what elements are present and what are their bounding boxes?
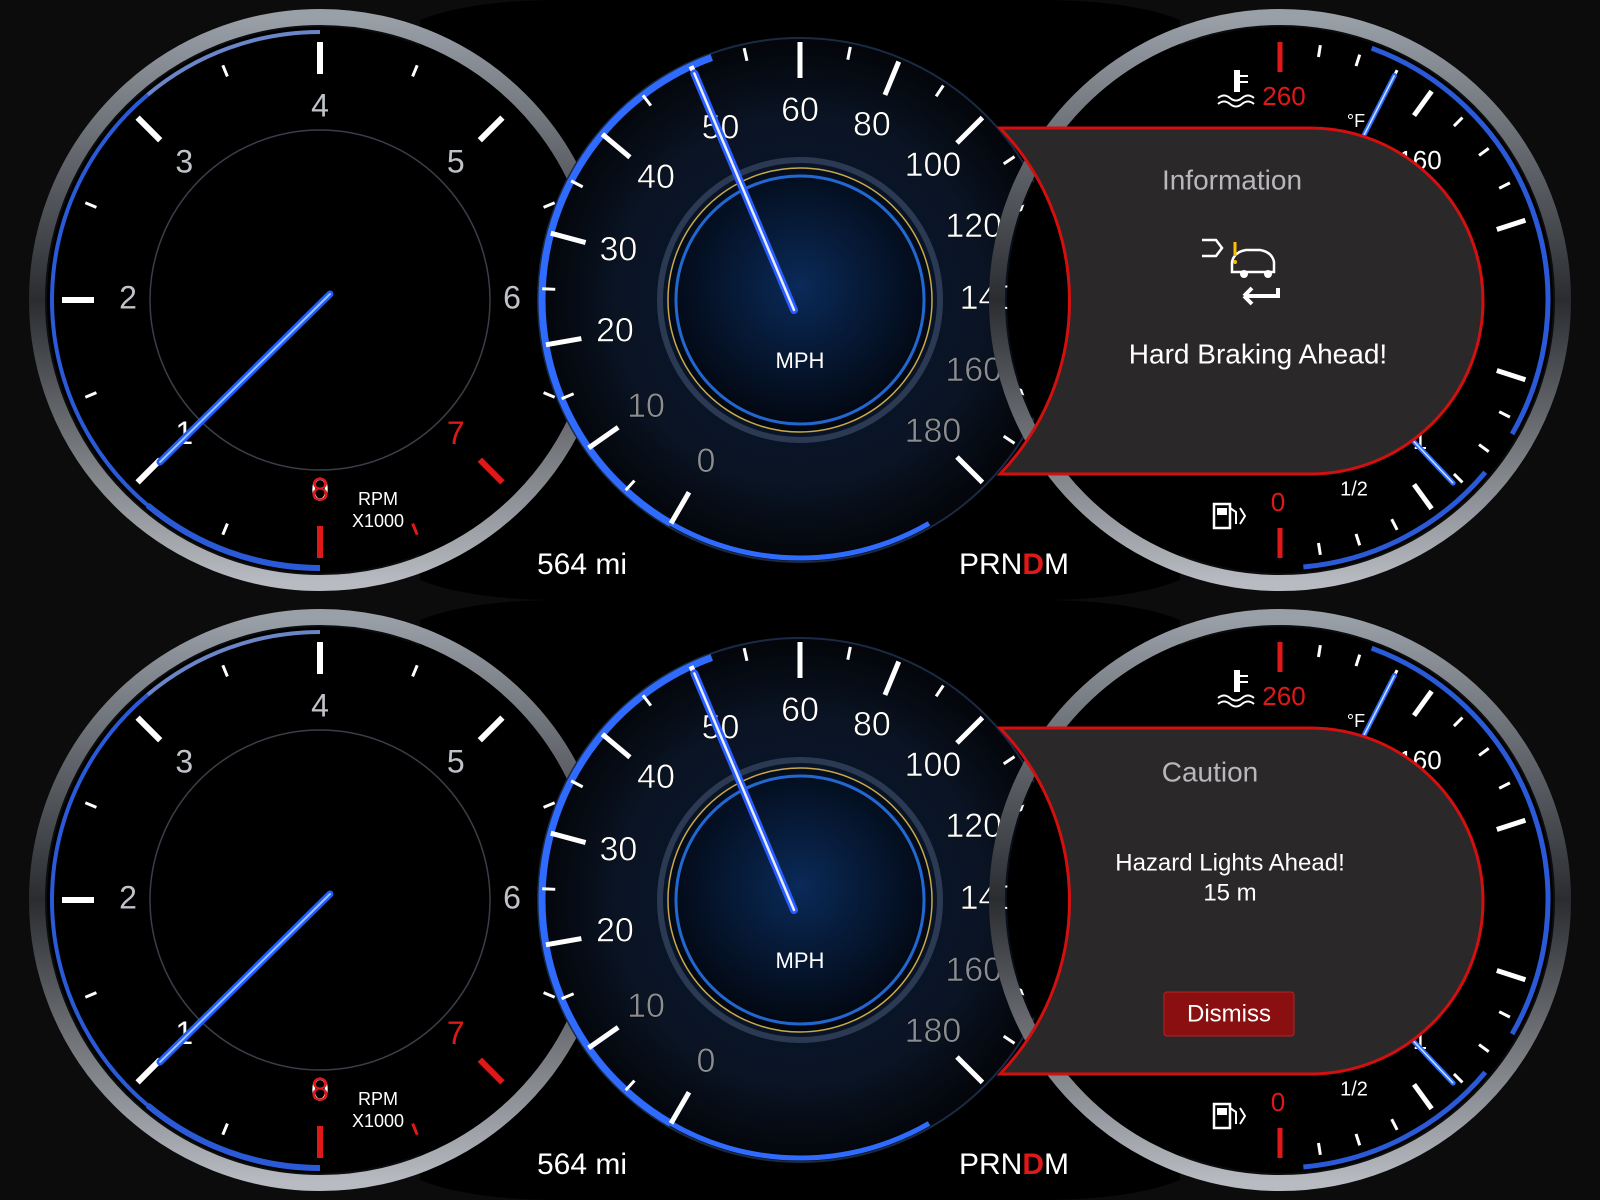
speedo-label: 160 <box>945 351 1002 389</box>
speedo-tick <box>542 887 556 891</box>
gear-letters: M <box>1044 1148 1069 1181</box>
speedo-label: 80 <box>853 705 891 743</box>
gear-letters: M <box>1044 548 1069 581</box>
speedo-label: 120 <box>945 207 1002 245</box>
speedometer: 010203040506080100120140160180MPH <box>537 637 1063 1163</box>
hard-braking-icon <box>1240 270 1248 278</box>
odometer: 564 mi <box>537 1148 627 1181</box>
tach-label: 7 <box>447 415 465 451</box>
tach-label: 7 <box>447 1015 465 1051</box>
speedo-label: 0 <box>697 442 716 480</box>
speedo-label: 10 <box>627 387 665 425</box>
speedo-label: 100 <box>905 146 962 184</box>
tach-label: 2 <box>119 879 137 915</box>
speedo-hub <box>667 767 933 1033</box>
fuel-label-empty: 0 <box>1271 487 1285 517</box>
speedo-label: 40 <box>637 758 675 796</box>
speedo-label: 120 <box>945 807 1002 845</box>
speedo-label: 20 <box>596 912 634 950</box>
gear-letters: PRN <box>959 548 1022 581</box>
speedo-label: 100 <box>905 746 962 784</box>
cluster-svg: 012345678RPMX1000 0102030405060801001201… <box>0 0 1600 600</box>
speedo-label: 180 <box>905 1012 962 1050</box>
speedo-label: 0 <box>697 1042 716 1080</box>
gear-active: D <box>1022 548 1044 581</box>
alert-message-distance: 15 m <box>1203 879 1256 906</box>
alert-panel: Information Hard Braking Ahead! <box>996 126 1485 476</box>
cluster-panel-2: 012345678RPMX1000 0102030405060801001201… <box>0 600 1600 1200</box>
alert-title: Information <box>1162 164 1302 195</box>
speedo-label: 30 <box>599 830 637 868</box>
fuel-label-empty: 0 <box>1271 1087 1285 1117</box>
speedo-unit-label: MPH <box>776 348 825 373</box>
speedo-label: 60 <box>781 691 819 729</box>
speedo-label: 40 <box>637 158 675 196</box>
odometer: 564 mi <box>537 548 627 581</box>
gear-active: D <box>1022 1148 1044 1181</box>
fuel-label-half: 1/2 <box>1340 478 1368 500</box>
tachometer: 012345678RPMX1000 <box>29 609 611 1191</box>
speedo-label: 10 <box>627 987 665 1025</box>
tach-label: 2 <box>119 279 137 315</box>
tach-label: 8 <box>311 1071 329 1107</box>
coolant-temp-icon <box>1234 670 1240 692</box>
temp-unit-label: °F <box>1347 111 1365 131</box>
fuel-label-half: 1/2 <box>1340 1078 1368 1100</box>
temp-label-high: 260 <box>1262 681 1305 711</box>
dismiss-button[interactable]: Dismiss <box>1163 991 1295 1037</box>
tach-unit-label: X1000 <box>352 1111 404 1131</box>
alert-title: Caution <box>1162 756 1259 787</box>
cluster-panel-1: 012345678RPMX1000 0102030405060801001201… <box>0 0 1600 600</box>
gear-letters: PRN <box>959 1148 1022 1181</box>
gear-indicator: PRNDM <box>959 548 1069 581</box>
tach-label: 3 <box>175 744 193 780</box>
fuel-tick <box>1317 542 1322 556</box>
tach-label: 8 <box>311 471 329 507</box>
tach-label: 3 <box>175 144 193 180</box>
tach-unit-label: RPM <box>358 1089 398 1109</box>
speedo-label: 60 <box>781 91 819 129</box>
speedo-label: 80 <box>853 105 891 143</box>
hard-braking-icon <box>1264 270 1272 278</box>
temp-unit-label: °F <box>1347 711 1365 731</box>
fuel-tick <box>1317 1142 1322 1156</box>
speedo-hub <box>667 167 933 433</box>
gear-indicator: PRNDM <box>959 1148 1069 1181</box>
dismiss-button-label: Dismiss <box>1187 1000 1271 1027</box>
coolant-temp-icon <box>1234 70 1240 92</box>
speedo-tick <box>542 287 556 291</box>
tach-label: 6 <box>503 879 521 915</box>
warning-mark-icon <box>1233 260 1237 264</box>
temp-label-high: 260 <box>1262 81 1305 111</box>
tach-unit-label: X1000 <box>352 511 404 531</box>
tach-label: 6 <box>503 279 521 315</box>
speedo-label: 30 <box>599 230 637 268</box>
alert-panel: Caution Hazard Lights Ahead! 15 m Dismiss <box>996 726 1485 1076</box>
speedo-label: 180 <box>905 412 962 450</box>
speedo-label: 160 <box>945 951 1002 989</box>
speedometer: 010203040506080100120140160180MPH <box>537 37 1063 563</box>
alert-message: Hard Braking Ahead! <box>1129 338 1387 369</box>
fuel-pump-icon <box>1217 1108 1227 1115</box>
tach-label: 5 <box>447 744 465 780</box>
tach-unit-label: RPM <box>358 489 398 509</box>
fuel-pump-icon <box>1217 508 1227 515</box>
temp-tick <box>1317 644 1322 658</box>
speedo-unit-label: MPH <box>776 948 825 973</box>
tachometer: 012345678RPMX1000 <box>29 9 611 591</box>
cluster-svg: 012345678RPMX1000 0102030405060801001201… <box>0 600 1600 1200</box>
alert-message: Hazard Lights Ahead! <box>1115 849 1345 876</box>
tach-label: 4 <box>311 87 329 123</box>
tach-label: 4 <box>311 687 329 723</box>
tach-label: 5 <box>447 144 465 180</box>
speedo-label: 20 <box>596 312 634 350</box>
temp-tick <box>1317 44 1322 58</box>
